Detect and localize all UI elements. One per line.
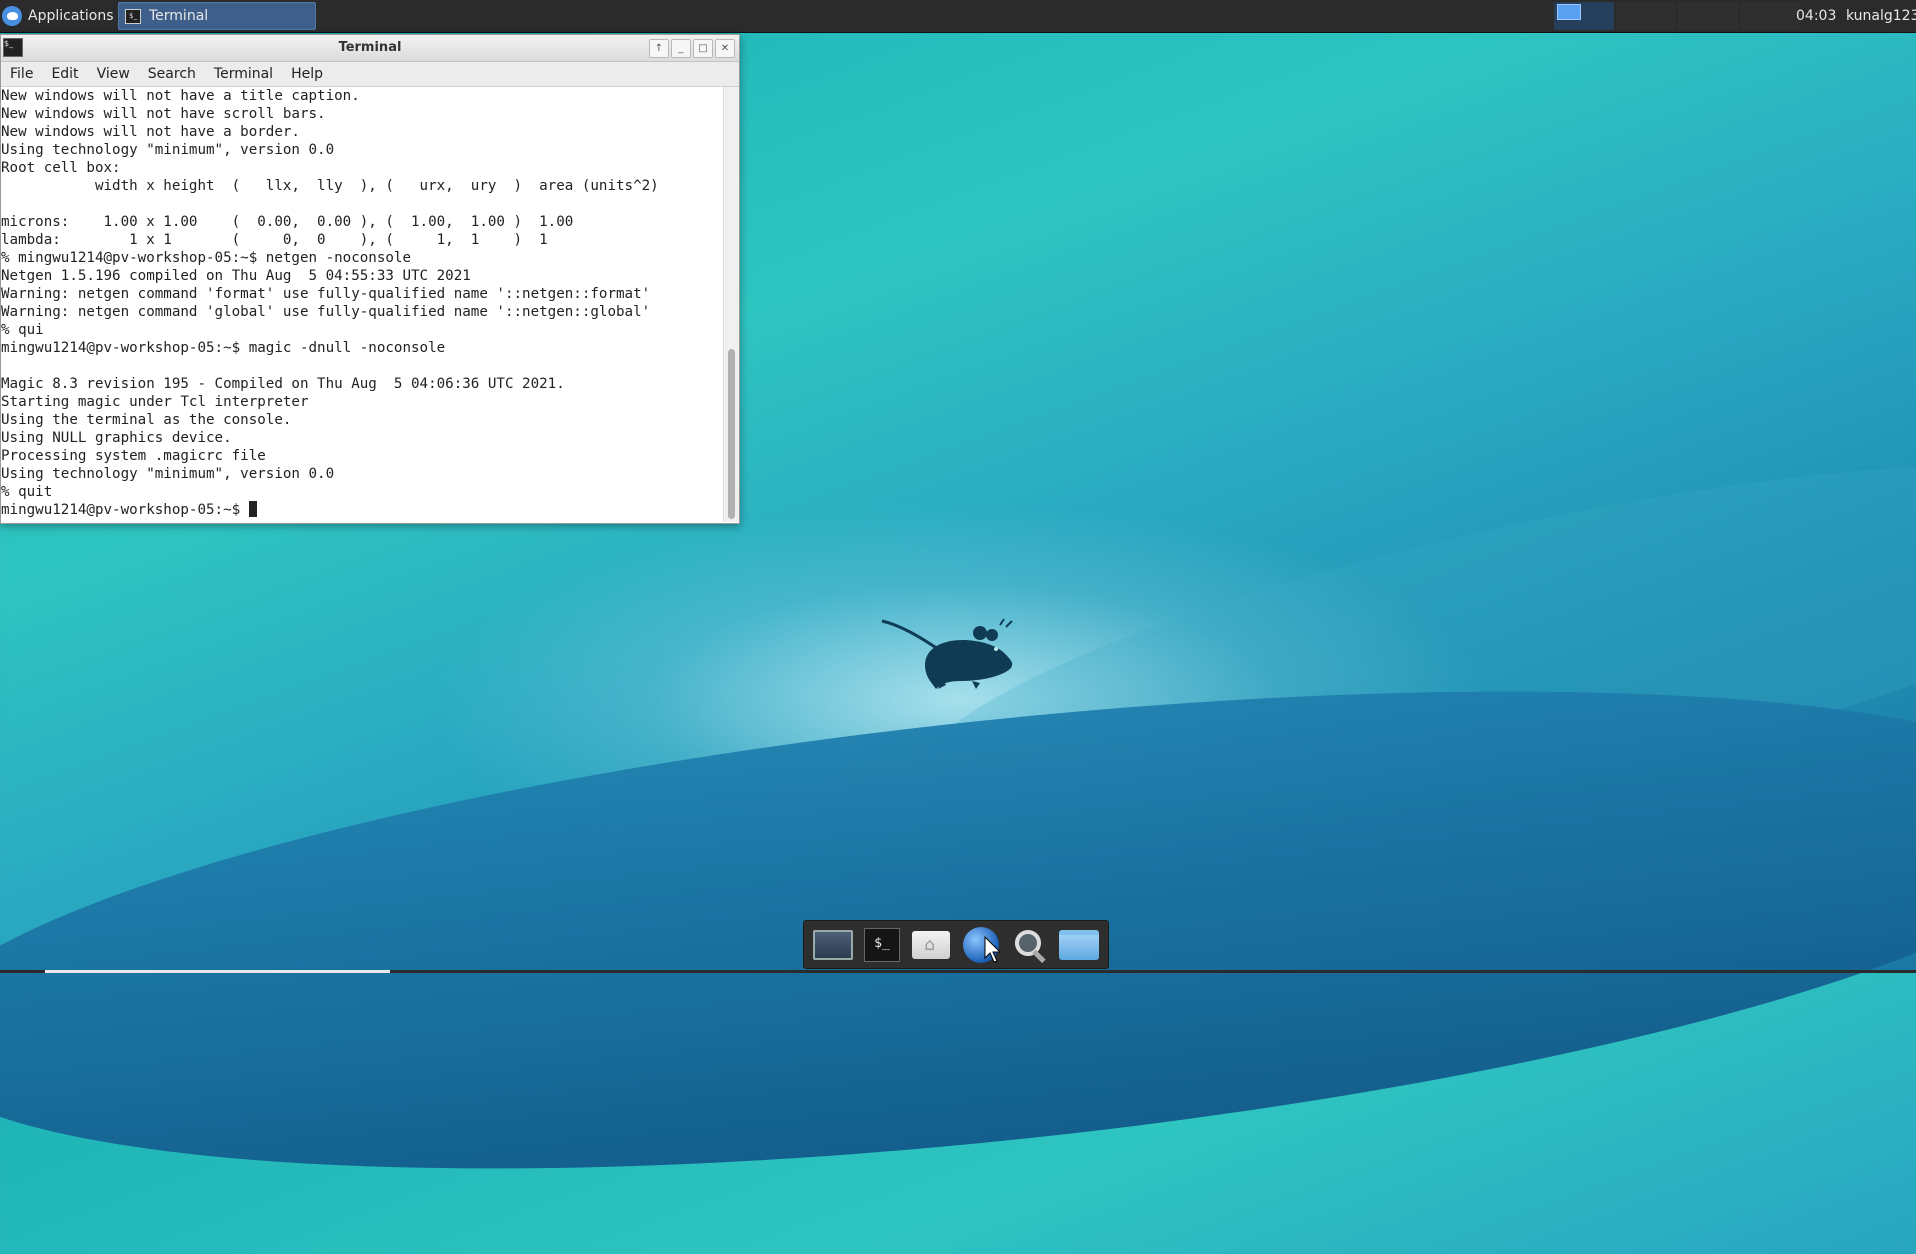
workspace-switcher-1[interactable] <box>1554 2 1614 30</box>
maximize-button[interactable]: □ <box>693 39 713 58</box>
search-icon <box>1011 926 1049 964</box>
output-line: % qui <box>1 322 44 338</box>
output-line: % quit <box>1 484 53 500</box>
output-line: New windows will not have scroll bars. <box>1 106 326 122</box>
output-line: Processing system .magicrc file <box>1 448 266 464</box>
scrollbar-thumb[interactable] <box>728 349 735 519</box>
output-line: Using NULL graphics device. <box>1 430 232 446</box>
terminal-scrollbar[interactable] <box>723 87 739 522</box>
terminal-menubar: File Edit View Search Terminal Help <box>1 62 739 87</box>
menu-view[interactable]: View <box>88 66 139 82</box>
menu-help[interactable]: Help <box>282 66 332 82</box>
output-line: lambda: 1 x 1 ( 0, 0 ), ( 1, 1 ) 1 <box>1 232 548 248</box>
output-line: width x height ( llx, lly ), ( urx, ury … <box>1 178 659 194</box>
output-line: Starting magic under Tcl interpreter <box>1 394 309 410</box>
output-line: Warning: netgen command 'format' use ful… <box>1 286 651 302</box>
output-line: mingwu1214@pv-workshop-05:~$ magic -dnul… <box>1 340 446 356</box>
home-folder-launcher[interactable] <box>910 924 952 966</box>
folder-icon <box>1059 929 1100 960</box>
menu-search[interactable]: Search <box>139 66 205 82</box>
output-line: Netgen 1.5.196 compiled on Thu Aug 5 04:… <box>1 268 471 284</box>
menu-edit[interactable]: Edit <box>42 66 87 82</box>
menu-file[interactable]: File <box>1 66 42 82</box>
output-line: microns: 1.00 x 1.00 ( 0.00, 0.00 ), ( 1… <box>1 214 574 230</box>
dock: $_ <box>803 920 1109 969</box>
window-up-icon[interactable]: ↑ <box>649 39 669 58</box>
output-line: Using the terminal as the console. <box>1 412 292 428</box>
menu-terminal[interactable]: Terminal <box>205 66 282 82</box>
applications-label: Applications <box>28 8 114 24</box>
output-line: Root cell box: <box>1 160 121 176</box>
terminal-output[interactable]: New windows will not have a title captio… <box>1 87 723 522</box>
terminal-launcher[interactable]: $_ <box>861 924 903 966</box>
text-cursor <box>248 501 257 517</box>
xfce-logo-icon <box>2 6 22 26</box>
panel-user[interactable]: kunalg123 <box>1846 0 1916 32</box>
terminal-window: $_ Terminal ↑ _ □ ✕ File Edit View Searc… <box>0 34 740 524</box>
taskbar-terminal-label: Terminal <box>149 8 209 24</box>
minimize-button[interactable]: _ <box>671 39 691 58</box>
terminal-titlebar[interactable]: $_ Terminal ↑ _ □ ✕ <box>1 35 739 62</box>
output-line: Using technology "minimum", version 0.0 <box>1 142 335 158</box>
prompt-line[interactable]: mingwu1214@pv-workshop-05:~$ <box>1 501 723 519</box>
taskbar-terminal-button[interactable]: $_ Terminal <box>118 2 316 30</box>
output-line: New windows will not have a title captio… <box>1 88 360 104</box>
output-line: % mingwu1214@pv-workshop-05:~$ netgen -n… <box>1 250 411 266</box>
terminal-icon: $_ <box>125 8 141 24</box>
output-line: New windows will not have a border. <box>1 124 300 140</box>
panel-clock[interactable]: 04:03 <box>1796 0 1836 32</box>
window-title: Terminal <box>338 40 402 55</box>
folder-launcher[interactable] <box>1058 924 1100 966</box>
show-desktop-launcher[interactable] <box>812 924 854 966</box>
shell-prompt: mingwu1214@pv-workshop-05:~$ <box>1 502 249 518</box>
close-button[interactable]: ✕ <box>715 39 735 58</box>
workspace-switcher-2[interactable] <box>1616 2 1676 30</box>
top-panel: Applications $_ Terminal 04:03 kunalg123 <box>0 0 1916 33</box>
output-line: Using technology "minimum", version 0.0 <box>1 466 335 482</box>
output-line: Magic 8.3 revision 195 - Compiled on Thu… <box>1 376 565 392</box>
workspace-switcher-4[interactable] <box>1740 2 1800 30</box>
workspace-window-preview <box>1557 4 1581 20</box>
applications-menu-button[interactable]: Applications <box>0 0 122 32</box>
xfce-mouse-logo <box>881 618 1013 689</box>
terminal-icon: $_ <box>863 927 900 962</box>
output-line: Warning: netgen command 'global' use ful… <box>1 304 651 320</box>
mouse-pointer-icon <box>984 936 1002 963</box>
home-folder-icon <box>912 930 951 959</box>
app-finder-launcher[interactable] <box>1009 924 1051 966</box>
workspace-switcher-3[interactable] <box>1678 2 1738 30</box>
desktop-icon <box>812 929 853 960</box>
